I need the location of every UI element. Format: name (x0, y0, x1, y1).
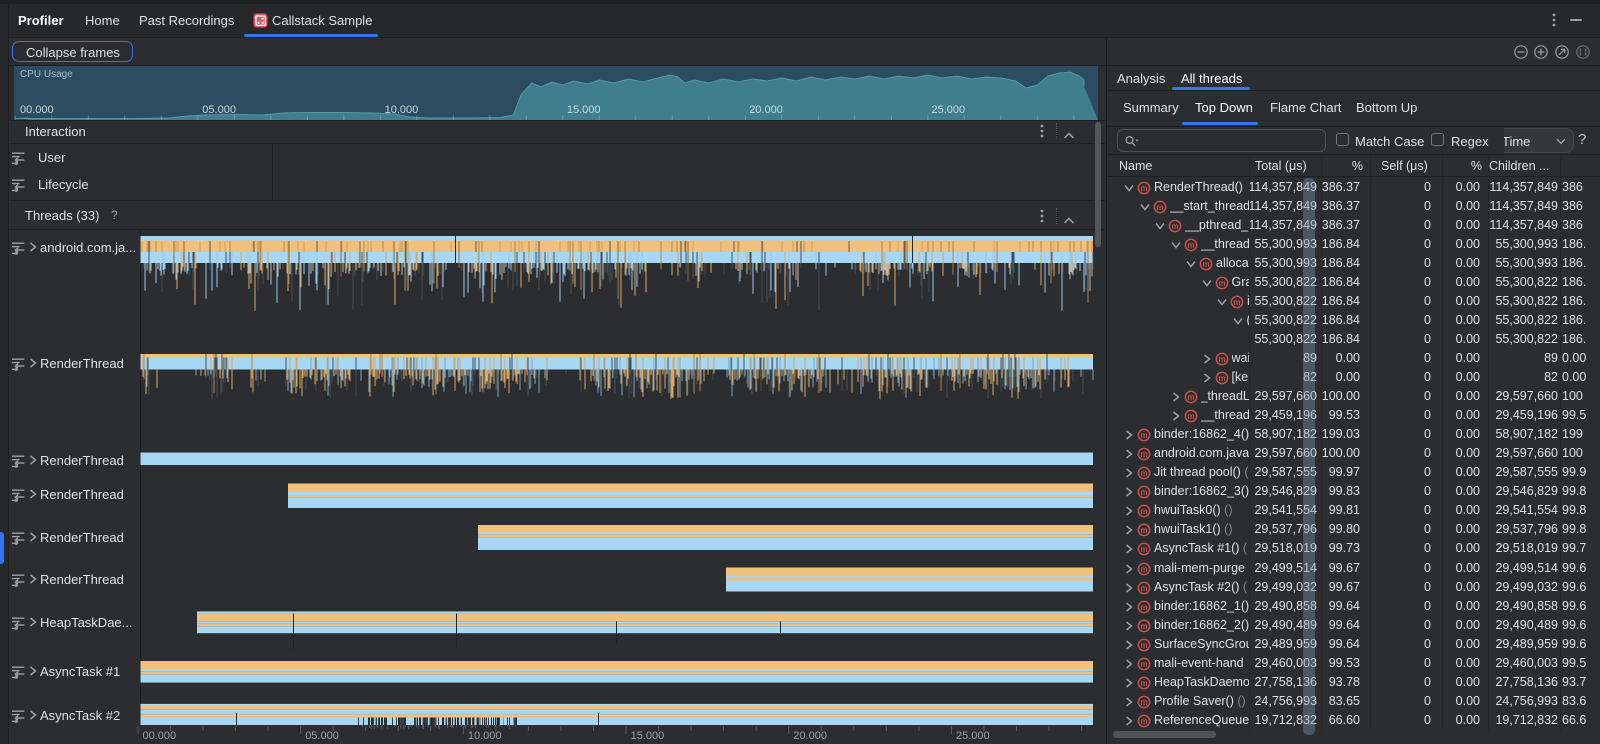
svg-text:m: m (1140, 716, 1147, 726)
svg-text:m: m (1187, 411, 1194, 421)
svg-text:m: m (1218, 373, 1225, 383)
svg-text:m: m (1140, 183, 1147, 193)
svg-text:m: m (1140, 487, 1147, 497)
svg-text:m: m (1140, 525, 1147, 535)
svg-text:m: m (1218, 354, 1225, 364)
svg-text:m: m (1140, 544, 1147, 554)
svg-text:m: m (1140, 678, 1147, 688)
svg-text:m: m (1202, 259, 1209, 269)
svg-text:m: m (1218, 278, 1225, 288)
svg-text:m: m (1140, 621, 1147, 631)
svg-text:m: m (1140, 506, 1147, 516)
svg-text:m: m (1140, 640, 1147, 650)
svg-text:m: m (1140, 468, 1147, 478)
svg-text:m: m (1233, 297, 1240, 307)
svg-text:m: m (1140, 430, 1147, 440)
svg-text:m: m (1140, 449, 1147, 459)
svg-text:m: m (1187, 392, 1194, 402)
svg-text:m: m (1140, 659, 1147, 669)
svg-text:m: m (1140, 564, 1147, 574)
svg-text:m: m (1140, 602, 1147, 612)
svg-text:m: m (1171, 221, 1178, 231)
svg-text:m: m (1140, 697, 1147, 707)
svg-text:m: m (1187, 240, 1194, 250)
svg-text:m: m (1140, 583, 1147, 593)
svg-text:m: m (1156, 202, 1163, 212)
